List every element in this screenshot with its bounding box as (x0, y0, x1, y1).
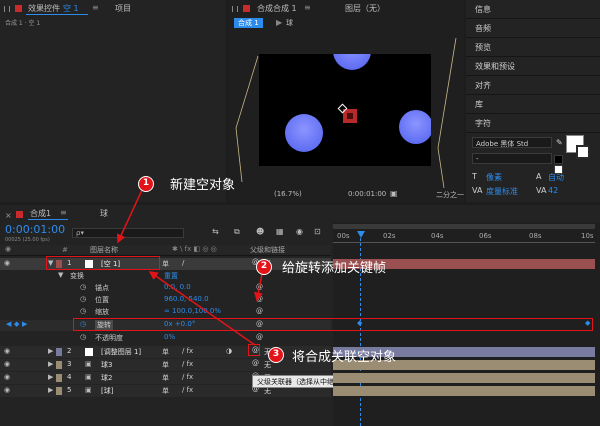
annotation-badge-3: 3 (268, 347, 284, 363)
annotation-badge-2: 2 (256, 259, 272, 275)
annotation-text-2: 给旋转添加关键帧 (282, 261, 387, 276)
annotation-text-3: 将合成关联空对象 (292, 350, 397, 365)
annotation-text-1: 新建空对象 (170, 178, 236, 193)
annotation-badge-1: 1 (138, 176, 154, 192)
